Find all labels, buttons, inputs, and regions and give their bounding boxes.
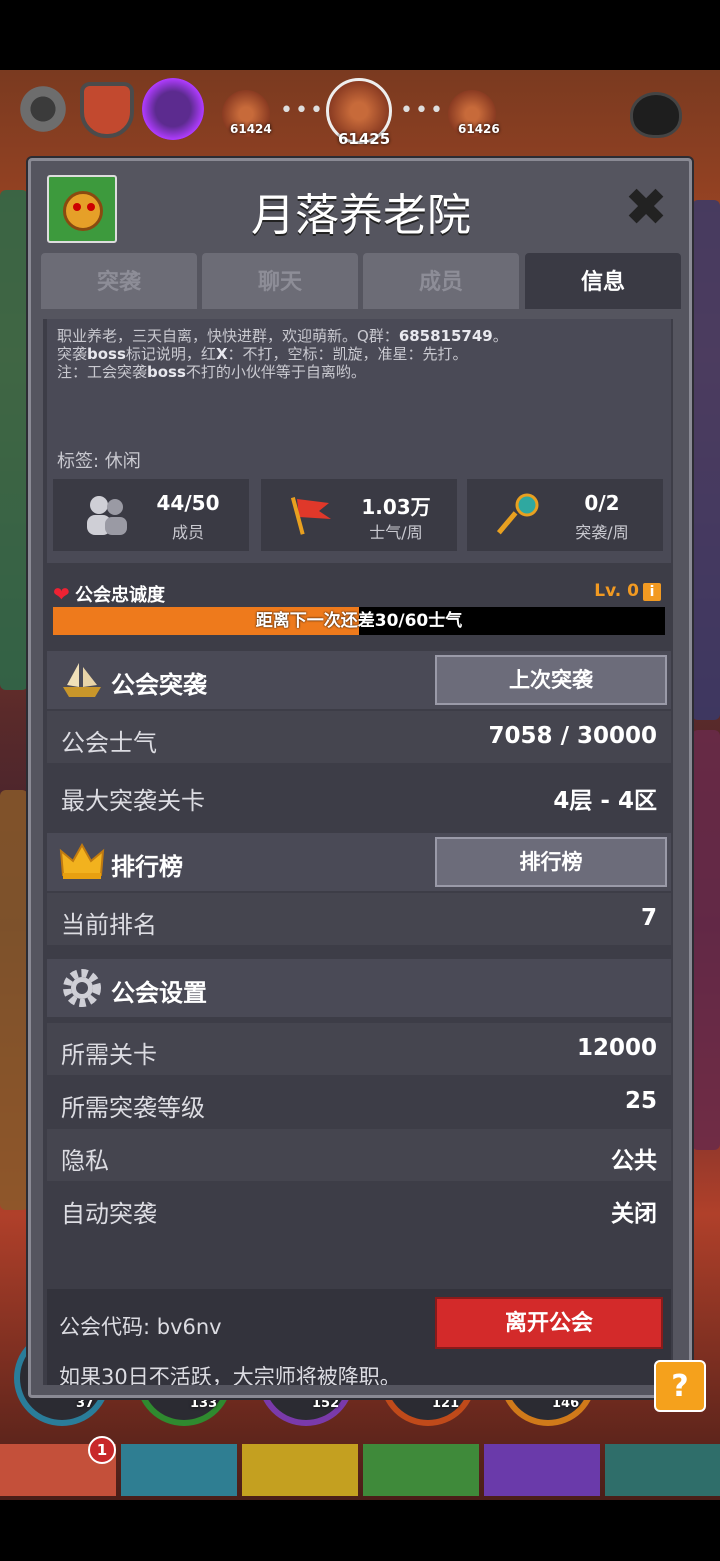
gear-icon	[63, 969, 101, 1007]
stage-connector: •••	[280, 98, 325, 123]
row-label: 所需关卡	[61, 1041, 157, 1069]
row-label: 自动突袭	[61, 1200, 157, 1228]
row-value: 12000	[576, 1035, 657, 1061]
section-title: 排行榜	[111, 853, 183, 881]
stat-members: 44/50 成员	[53, 479, 249, 551]
stage-connector: •••	[400, 98, 445, 123]
guild-description-box: 职业养老，三天自离，快快进群，欢迎萌新。Q群：685815749。 突袭boss…	[47, 319, 671, 563]
guild-footer: 公会代码: bv6nv 离开公会 如果30日不活跃，大宗师将被降职。	[47, 1289, 671, 1385]
loyalty-title: ❤ 公会忠诚度	[53, 582, 165, 606]
info-row: 所需突袭等级 25	[47, 1076, 671, 1128]
sword-skill-icon[interactable]	[142, 78, 204, 140]
row-value: 关闭	[611, 1201, 657, 1227]
info-row: 最大突袭关卡 4层 - 4区	[47, 769, 671, 821]
members-icon	[87, 496, 127, 535]
bg-decoration	[692, 200, 720, 720]
info-row: 隐私 公共	[47, 1129, 671, 1181]
info-row: 公会士气 7058 / 30000	[47, 711, 671, 763]
loyalty-section: ❤ 公会忠诚度 Lv. 0i 距离下一次还差30/60士气	[53, 581, 665, 645]
tab-members[interactable]: 成员	[363, 253, 519, 309]
stat-label: 士气/周	[369, 523, 423, 542]
row-label: 最大突袭关卡	[61, 787, 205, 815]
ring-count: 133	[190, 1396, 218, 1411]
ranking-button[interactable]: 排行榜	[435, 837, 667, 887]
close-button[interactable]: ✖	[623, 182, 669, 234]
bottom-tab-sword[interactable]: 1	[0, 1436, 116, 1496]
stat-label: 突袭/周	[575, 523, 629, 542]
row-value: 公共	[611, 1148, 657, 1174]
notification-badge: 1	[88, 1436, 116, 1464]
info-panel: 职业养老，三天自离，快快进群，欢迎萌新。Q群：685815749。 突袭boss…	[43, 319, 673, 1385]
progress-text: 距离下一次还差30/60士气	[255, 611, 463, 631]
tab-bar: 突袭 聊天 成员 信息	[41, 253, 683, 309]
leave-guild-button[interactable]: 离开公会	[435, 1297, 663, 1349]
stat-morale: 1.03万 士气/周	[261, 479, 457, 551]
stat-value: 1.03万	[361, 495, 431, 519]
tab-chat[interactable]: 聊天	[202, 253, 358, 309]
flag-icon	[290, 497, 331, 535]
stat-value: 0/2	[584, 491, 620, 515]
row-label: 当前排名	[61, 911, 157, 939]
info-row: 当前排名 7	[47, 893, 671, 945]
top-bar: 61424 ••• 61425 ••• 61426	[0, 78, 720, 148]
dialog-header: 月落养老院 ✖	[31, 161, 689, 251]
settings-section-header: 公会设置	[47, 959, 671, 1017]
info-row: 所需关卡 12000	[47, 1023, 671, 1075]
bottom-tab-equipment[interactable]	[242, 1444, 358, 1496]
bg-decoration	[692, 730, 720, 1150]
stat-value: 44/50	[156, 491, 220, 515]
ranking-section-header: 排行榜 排行榜	[47, 833, 671, 891]
last-raid-button[interactable]: 上次突袭	[435, 655, 667, 705]
raid-section-header: 公会突袭 上次突袭	[47, 651, 671, 709]
row-value: 4层 - 4区	[553, 788, 657, 814]
stage-number: 61425	[338, 130, 391, 148]
guild-tags: 标签: 休闲	[57, 451, 141, 472]
settings-gear-icon[interactable]	[14, 80, 72, 138]
guild-title: 月落养老院	[251, 190, 471, 241]
help-button[interactable]: ?	[654, 1360, 706, 1412]
row-label: 公会士气	[61, 729, 157, 757]
stage-number: 61426	[458, 122, 500, 136]
bottom-nav: 1	[0, 1436, 720, 1496]
bottom-tab-guild[interactable]	[484, 1444, 600, 1496]
bottom-tab-map[interactable]	[605, 1444, 720, 1496]
ring-count: 152	[312, 1396, 340, 1411]
ring-count: 121	[432, 1396, 460, 1411]
stage-number: 61424	[230, 122, 272, 136]
row-value: 7058 / 30000	[488, 723, 657, 749]
row-label: 所需突袭等级	[61, 1094, 205, 1122]
bottom-tab-heroes[interactable]	[121, 1444, 237, 1496]
row-value: 25	[624, 1088, 657, 1114]
key-icon	[496, 493, 539, 535]
stat-raids: 0/2 突袭/周	[467, 479, 663, 551]
tab-info[interactable]: 信息	[525, 253, 681, 309]
row-value: 7	[640, 905, 657, 931]
inactivity-warning: 如果30日不活跃，大宗师将被降职。	[59, 1365, 401, 1385]
heart-icon: ❤	[53, 582, 70, 606]
crown-icon	[59, 842, 105, 879]
row-label: 隐私	[61, 1147, 109, 1175]
info-icon[interactable]: i	[643, 583, 661, 601]
guild-code: 公会代码: bv6nv	[59, 1315, 222, 1339]
guild-dialog: 月落养老院 ✖ 突袭 聊天 成员 信息 职业养老，三天自离，快快进群，欢迎萌新。…	[28, 158, 692, 1398]
guild-description: 职业养老，三天自离，快快进群，欢迎萌新。Q群：685815749。 突袭boss…	[57, 327, 508, 381]
guild-emblem-icon	[47, 175, 117, 243]
section-title: 公会设置	[111, 979, 207, 1007]
section-title: 公会突袭	[111, 671, 207, 699]
ring-count: 146	[552, 1396, 580, 1411]
tab-raid[interactable]: 突袭	[41, 253, 197, 309]
info-row: 自动突袭 关闭	[47, 1182, 671, 1234]
ship-icon	[63, 663, 101, 697]
ring-count: 37	[76, 1396, 95, 1411]
bg-decoration	[0, 190, 28, 690]
devil-boss-icon[interactable]	[630, 92, 682, 138]
loyalty-level: Lv. 0i	[594, 581, 661, 601]
shield-icon[interactable]	[80, 82, 134, 138]
bottom-tab-pets[interactable]	[363, 1444, 479, 1496]
loyalty-progress-bar: 距离下一次还差30/60士气	[53, 607, 665, 635]
stat-label: 成员	[171, 523, 204, 542]
bg-decoration	[0, 790, 28, 1210]
